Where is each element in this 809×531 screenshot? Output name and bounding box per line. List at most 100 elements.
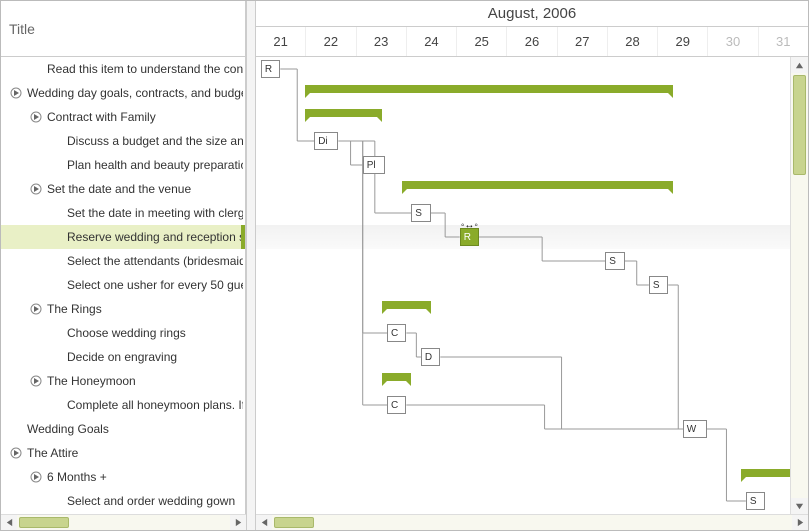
expander-placeholder [49, 326, 63, 340]
expander-placeholder [49, 398, 63, 412]
tree-row-label: Select and order wedding gown [67, 494, 235, 508]
tree-row[interactable]: Select one usher for every 50 guests [1, 273, 245, 297]
day-cell: 22 [306, 27, 356, 56]
expander-icon[interactable] [29, 110, 43, 124]
tree-row-label: Set the date in meeting with clergy [67, 206, 243, 220]
tree-row[interactable]: The Honeymoon [1, 369, 245, 393]
chart-horizontal-scrollbar[interactable] [256, 514, 808, 530]
tree-horizontal-scrollbar[interactable] [1, 514, 246, 530]
scroll-up-arrow[interactable] [791, 57, 808, 73]
tree-header: Title [1, 1, 245, 57]
tree-row[interactable]: Wedding Goals [1, 417, 245, 441]
timeline-header: August, 2006 2122232425262728293031 [256, 1, 808, 57]
task-bar[interactable]: R [261, 60, 280, 78]
expander-icon[interactable] [29, 374, 43, 388]
day-cell: 26 [507, 27, 557, 56]
day-cell: 27 [558, 27, 608, 56]
scroll-right-arrow[interactable] [230, 515, 246, 530]
tree-row[interactable]: The Rings [1, 297, 245, 321]
tree-row-label: Select one usher for every 50 guests [67, 278, 243, 292]
vertical-scrollbar[interactable] [790, 57, 808, 514]
expander-icon[interactable] [29, 470, 43, 484]
expander-placeholder [49, 134, 63, 148]
scroll-left-arrow[interactable] [1, 515, 17, 530]
expander-placeholder [49, 230, 63, 244]
tree-row[interactable]: Choose wedding rings [1, 321, 245, 345]
month-label: August, 2006 [256, 1, 808, 27]
scroll-thumb[interactable] [274, 517, 314, 528]
expander-placeholder [49, 206, 63, 220]
expander-placeholder [49, 158, 63, 172]
expander-icon[interactable] [29, 182, 43, 196]
tree-row[interactable]: Set the date in meeting with clergy [1, 201, 245, 225]
gantt-app: Title Read this item to understand the c… [0, 0, 809, 531]
task-bar[interactable]: W [683, 420, 707, 438]
tree-row-label: 6 Months + [47, 470, 107, 484]
day-cell: 24 [407, 27, 457, 56]
day-cell: 30 [708, 27, 758, 56]
task-tree[interactable]: Read this item to understand the context… [1, 57, 245, 514]
tree-row[interactable]: Select the attendants (bridesmaids [1, 249, 245, 273]
tree-row-label: The Honeymoon [47, 374, 136, 388]
task-bar[interactable]: S [649, 276, 668, 294]
chart-body[interactable]: RDiPlSR◦↔◦SSCDCWS [256, 57, 808, 514]
expander-icon[interactable] [29, 302, 43, 316]
scroll-right-arrow[interactable] [792, 515, 808, 530]
task-bar[interactable]: S [746, 492, 765, 510]
day-cell: 23 [357, 27, 407, 56]
tree-row[interactable]: Wedding day goals, contracts, and budget [1, 81, 245, 105]
tree-row[interactable]: The Attire [1, 441, 245, 465]
tree-row[interactable]: Reserve wedding and reception sites [1, 225, 245, 249]
expander-placeholder [29, 62, 43, 76]
task-bar[interactable]: R◦↔◦ [460, 228, 479, 246]
tree-row[interactable]: Plan health and beauty preparation [1, 153, 245, 177]
summary-bar[interactable] [382, 301, 431, 309]
scroll-left-arrow[interactable] [256, 515, 272, 530]
tree-row[interactable]: 6 Months + [1, 465, 245, 489]
splitter[interactable] [246, 1, 256, 530]
tree-row[interactable]: Contract with Family [1, 105, 245, 129]
tree-row-label: Read this item to understand the context… [47, 62, 243, 76]
tree-row[interactable]: Read this item to understand the context… [1, 57, 245, 81]
tree-row-label: Reserve wedding and reception sites [67, 230, 243, 244]
scroll-thumb[interactable] [793, 75, 806, 175]
expander-placeholder [49, 254, 63, 268]
task-bar[interactable]: D [421, 348, 440, 366]
scroll-down-arrow[interactable] [791, 498, 808, 514]
expander-icon[interactable] [9, 86, 23, 100]
gantt-chart-panel: August, 2006 2122232425262728293031 R Di P… [256, 1, 808, 514]
column-title: Title [9, 21, 35, 37]
row-marker [241, 225, 245, 249]
expander-icon[interactable] [9, 446, 23, 460]
day-cell: 21 [256, 27, 306, 56]
task-bar[interactable]: S [411, 204, 430, 222]
day-cell: 25 [457, 27, 507, 56]
scroll-thumb[interactable] [19, 517, 69, 528]
tree-row-label: Set the date and the venue [47, 182, 191, 196]
day-cell: 29 [658, 27, 708, 56]
expander-placeholder [49, 278, 63, 292]
tree-row-label: Contract with Family [47, 110, 156, 124]
summary-bar[interactable] [402, 181, 674, 189]
tree-row[interactable]: Complete all honeymoon plans. If traveli… [1, 393, 245, 417]
summary-bar[interactable] [382, 373, 411, 381]
resize-handle-icon[interactable]: ◦↔◦ [461, 220, 478, 231]
task-bar[interactable]: Di [314, 132, 338, 150]
tree-row-label: Complete all honeymoon plans. If traveli… [67, 398, 243, 412]
summary-bar[interactable] [305, 109, 383, 117]
tree-row[interactable]: Select and order wedding gown [1, 489, 245, 513]
task-tree-panel: Title Read this item to understand the c… [1, 1, 246, 514]
task-bar[interactable]: C [387, 324, 406, 342]
expander-placeholder [49, 494, 63, 508]
day-cell: 31 [759, 27, 808, 56]
tree-row-label: Wedding day goals, contracts, and budget [27, 86, 243, 100]
task-bar[interactable]: S [605, 252, 624, 270]
tree-row[interactable]: Set the date and the venue [1, 177, 245, 201]
tree-row-label: Wedding Goals [27, 422, 109, 436]
task-bar[interactable]: C [387, 396, 406, 414]
summary-bar[interactable] [305, 85, 674, 93]
tree-row[interactable]: Discuss a budget and the size and style [1, 129, 245, 153]
task-bar[interactable]: Pl [363, 156, 385, 174]
tree-row-label: Select the attendants (bridesmaids [67, 254, 243, 268]
tree-row[interactable]: Decide on engraving [1, 345, 245, 369]
